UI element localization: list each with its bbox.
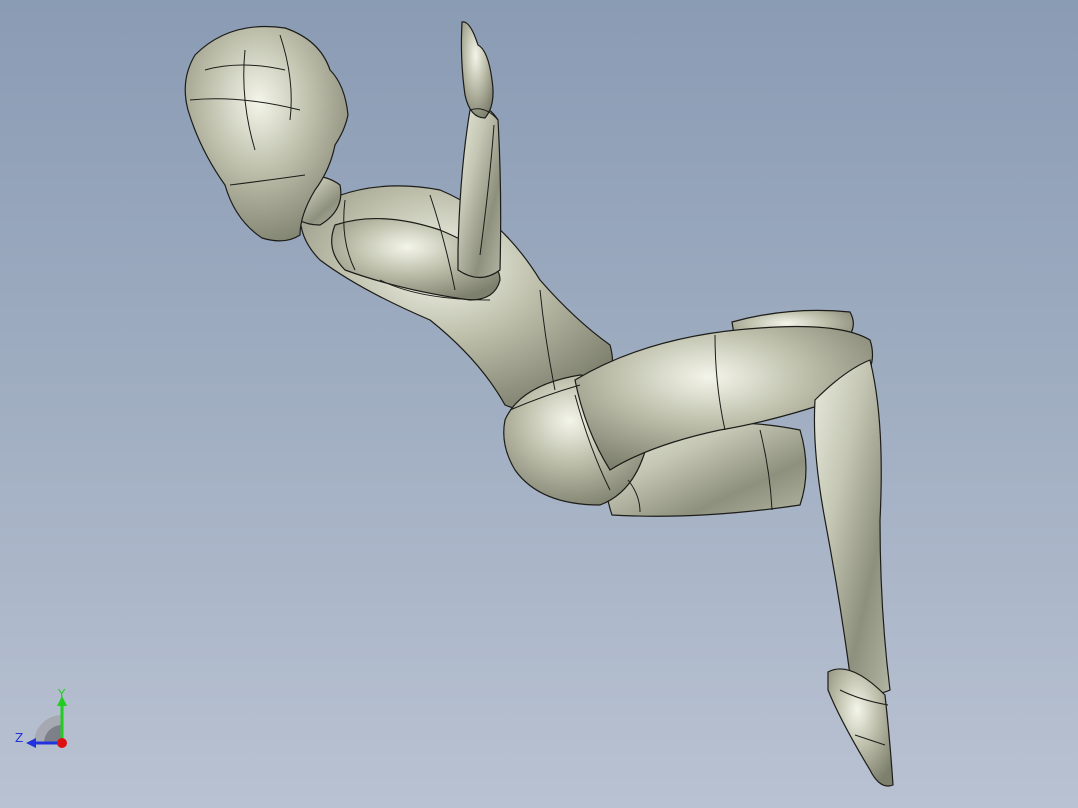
y-axis-label: Y: [58, 687, 66, 701]
forearm: [457, 106, 502, 279]
hands: [460, 21, 494, 119]
view-orientation-triad: Y Z: [12, 686, 76, 756]
graphics-viewport[interactable]: Y Z: [0, 0, 1078, 808]
z-axis-label: Z: [15, 731, 24, 745]
mannequin-3d-model[interactable]: [0, 0, 1078, 808]
near-lower-leg: [813, 359, 891, 694]
triad-graphic: [26, 696, 67, 748]
